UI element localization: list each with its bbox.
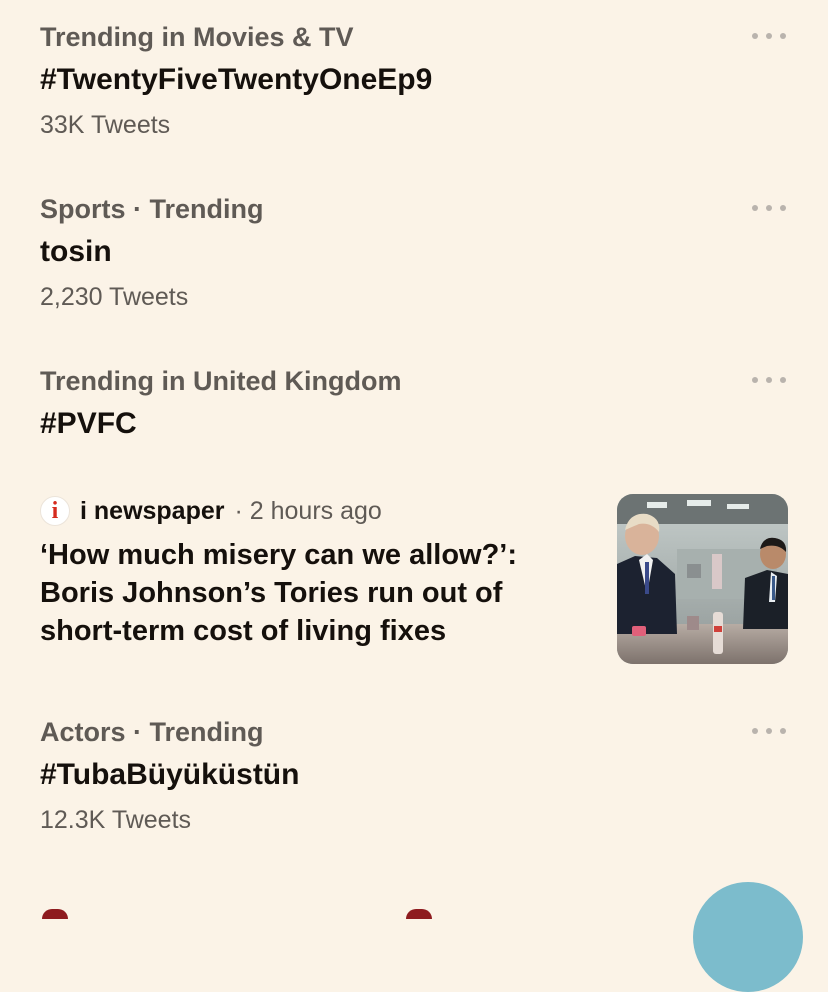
more-dots-icon[interactable] <box>752 725 786 737</box>
trend-context: Trending in Movies & TV <box>40 22 354 52</box>
trend-tweet-count: 12.3K Tweets <box>40 806 192 834</box>
trend-context: Trending in United Kingdom <box>40 366 402 396</box>
trend-item[interactable]: Trending in Movies & TV #TwentyFiveTwent… <box>0 0 828 160</box>
trend-topic[interactable]: #TubaBüyüküstün <box>40 756 299 794</box>
news-thumbnail[interactable] <box>617 494 788 664</box>
trend-item[interactable]: Sports · Trending tosin 2,230 Tweets <box>0 172 828 332</box>
trend-item[interactable]: Trending in United Kingdom #PVFC <box>0 344 828 454</box>
trend-topic[interactable]: #TwentyFiveTwentyOneEp9 <box>40 61 432 99</box>
trend-topic[interactable]: #PVFC <box>40 405 137 443</box>
compose-button[interactable] <box>693 882 803 992</box>
trend-context: Actors · Trending <box>40 717 264 747</box>
partial-mark <box>406 909 432 919</box>
more-dots-icon[interactable] <box>752 374 786 386</box>
news-photo-icon <box>617 494 788 664</box>
trend-topic[interactable]: tosin <box>40 233 112 271</box>
trend-context: Sports · Trending <box>40 194 264 224</box>
trend-item[interactable]: Actors · Trending #TubaBüyüküstün 12.3K … <box>0 695 828 855</box>
news-timestamp: · 2 hours ago <box>234 496 382 525</box>
trend-tweet-count: 2,230 Tweets <box>40 283 189 311</box>
news-source-name: i newspaper <box>80 496 225 525</box>
more-dots-icon[interactable] <box>752 202 786 214</box>
i-newspaper-logo-icon: i <box>40 496 70 526</box>
partial-mark <box>42 909 68 919</box>
news-source: i i newspaper · 2 hours ago <box>40 494 382 528</box>
more-dots-icon[interactable] <box>752 30 786 42</box>
news-headline[interactable]: ‘How much misery can we allow?’: Boris J… <box>40 536 590 650</box>
trend-tweet-count: 33K Tweets <box>40 111 171 139</box>
